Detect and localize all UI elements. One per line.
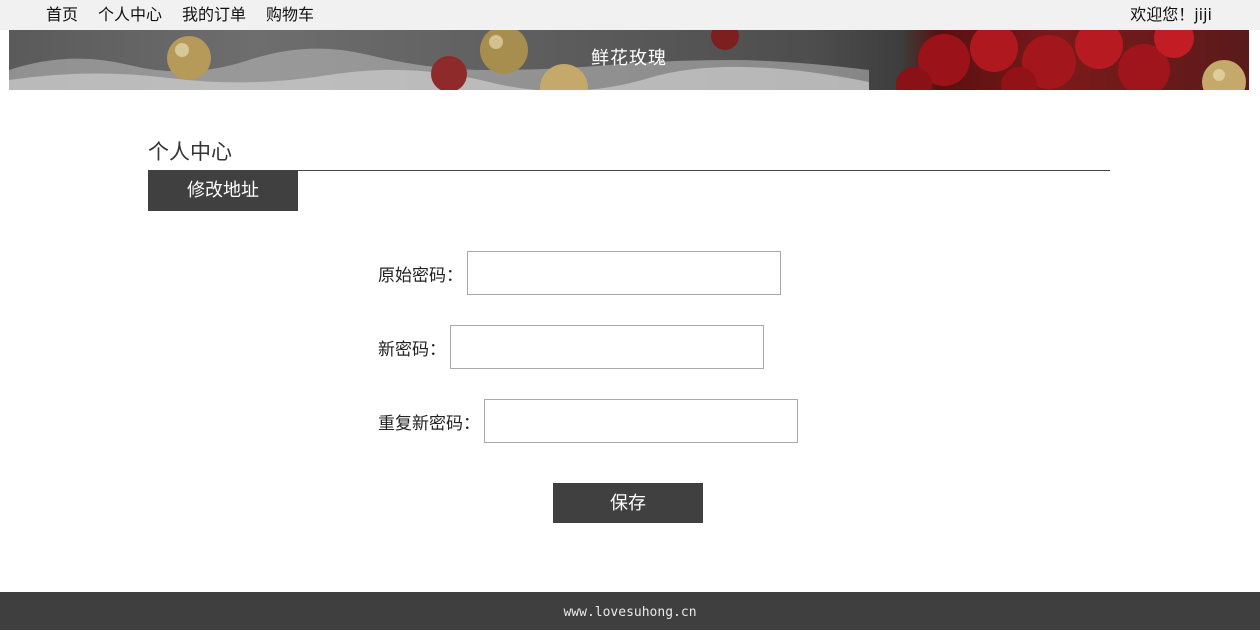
repeat-password-input[interactable]	[484, 399, 798, 443]
old-password-label: 原始密码：	[378, 265, 463, 286]
nav-home-link[interactable]: 首页	[46, 5, 78, 25]
old-password-input[interactable]	[467, 251, 781, 295]
nav-user-center-link[interactable]: 个人中心	[98, 5, 162, 25]
new-password-row: 新密码：	[378, 325, 764, 369]
repeat-password-row: 重复新密码：	[378, 399, 798, 443]
footer-site-url: www.lovesuhong.cn	[563, 605, 697, 620]
footer: www.lovesuhong.cn	[0, 592, 1260, 630]
repeat-password-label: 重复新密码：	[378, 413, 480, 434]
tab-modify-address[interactable]: 修改地址	[148, 171, 298, 211]
save-button[interactable]: 保存	[553, 483, 703, 523]
welcome-text: 欢迎您！jiji	[1130, 5, 1212, 24]
nav-cart-link[interactable]: 购物车	[266, 5, 314, 25]
page-title: 个人中心	[148, 140, 232, 164]
nav-my-orders-link[interactable]: 我的订单	[182, 5, 246, 25]
top-nav-bar: 首页 个人中心 我的订单 购物车 欢迎您！jiji	[0, 0, 1260, 30]
new-password-input[interactable]	[450, 325, 764, 369]
new-password-label: 新密码：	[378, 339, 446, 360]
old-password-row: 原始密码：	[378, 251, 781, 295]
top-nav: 首页 个人中心 我的订单 购物车	[46, 5, 314, 25]
banner-title: 鲜花玫瑰	[591, 48, 667, 69]
banner: 鲜花玫瑰	[9, 30, 1249, 90]
